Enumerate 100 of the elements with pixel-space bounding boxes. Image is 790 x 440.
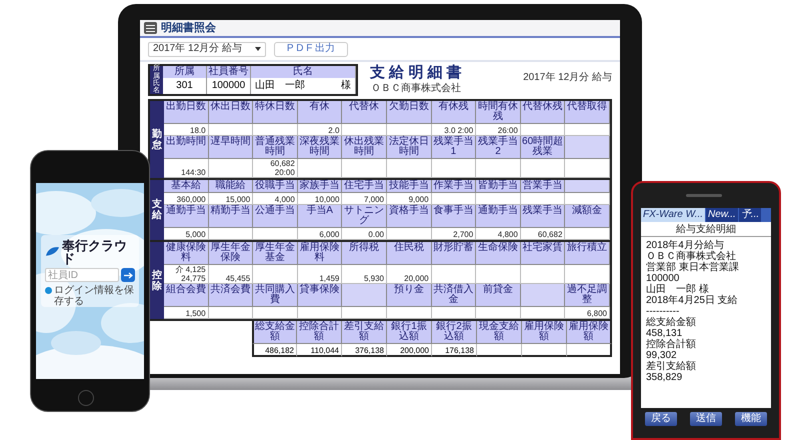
logo-icon xyxy=(45,246,60,258)
column-header: 組合会費 xyxy=(164,284,209,307)
column-header: 厚生年金基金 xyxy=(253,242,298,265)
table-cell: 144:30 xyxy=(181,168,206,177)
column-header: 営業手当 xyxy=(520,180,566,193)
soft-button[interactable]: 送信 xyxy=(690,412,722,426)
empty-cell xyxy=(520,159,566,178)
table-cell: 10,000 xyxy=(314,195,340,204)
section-label: 控除 xyxy=(152,270,162,292)
column-header: 差引支給額 xyxy=(342,321,387,344)
column-header: 雇用保険料 xyxy=(298,242,342,265)
column-header: 共済借入金 xyxy=(432,284,476,307)
column-header: 代替取得 xyxy=(565,101,610,124)
column-header: 銀行2振込額 xyxy=(432,321,477,344)
column-header: 総支給金額 xyxy=(252,321,297,344)
table-cell: 4,000 xyxy=(274,195,295,204)
table-cell: 60,682 20:00 xyxy=(270,159,295,177)
logo-text: 奉行クラウド xyxy=(62,239,128,265)
table-cell: 376,138 xyxy=(355,346,384,355)
column-header: 厚生年金保険 xyxy=(208,242,254,265)
column-header: 社員番号 xyxy=(207,66,251,78)
column-header: 住民税 xyxy=(386,242,432,265)
checkbox-label: ログイン情報を保存する xyxy=(54,285,135,307)
tab[interactable]: 予... xyxy=(738,208,762,222)
table-cell: 60,682 xyxy=(538,230,562,239)
column-header: 法定休日時間 xyxy=(386,136,432,159)
column-header: 前貸金 xyxy=(476,284,521,307)
column-header: 預り金 xyxy=(386,284,432,307)
table-cell: 100000 xyxy=(207,78,251,94)
column-header: 深夜残業時間 xyxy=(298,136,342,159)
table-cell: 20,000 xyxy=(404,274,429,283)
login-field[interactable]: 社員ID xyxy=(45,268,119,282)
column-header: 普通残業時間 xyxy=(253,136,298,159)
empty-cell xyxy=(567,344,612,357)
column-header: 休出日数 xyxy=(208,101,254,124)
table-cell: 6,800 xyxy=(586,309,607,318)
arrow-icon xyxy=(124,272,132,278)
tab[interactable]: FX-Ware W... xyxy=(641,208,705,222)
column-header: 食事手当 xyxy=(432,205,476,228)
column-header: 公通手当 xyxy=(253,205,298,228)
column-header: 住宅手当 xyxy=(342,180,387,193)
empty-cell xyxy=(253,307,298,319)
table-cell: 200,000 xyxy=(400,346,429,355)
column-header: 所得税 xyxy=(342,242,387,265)
go-button[interactable] xyxy=(121,268,135,282)
table-cell: 4,800 xyxy=(498,230,518,239)
menu-icon[interactable] xyxy=(144,22,157,34)
table-cell: 介 4,125 24,775 xyxy=(175,265,206,283)
column-header: 欠勤日数 xyxy=(386,101,432,124)
column-header: 代替休残 xyxy=(520,101,566,124)
column-header: 貸事保険 xyxy=(298,284,342,307)
caret-icon xyxy=(255,47,261,51)
text-line: 99,302 xyxy=(646,350,678,361)
text-line: 差引支給額 xyxy=(646,361,697,372)
column-header: 雇用保険額 xyxy=(567,321,612,344)
column-header: 役職手当 xyxy=(253,180,298,193)
table-cell: 2,700 xyxy=(453,230,474,239)
table-cell: 18.0 xyxy=(190,126,206,135)
column-header: 特休日数 xyxy=(253,101,298,124)
section-label: 支給 xyxy=(152,199,162,221)
table-cell: 7,000 xyxy=(364,195,384,204)
column-header: 60時間超残業 xyxy=(520,136,566,159)
pdf-button[interactable]: P D F 出力 xyxy=(274,42,348,56)
empty-cell xyxy=(565,159,610,178)
table-cell: 3.0 2:00 xyxy=(444,126,474,135)
table-cell: 26:00 xyxy=(498,126,518,135)
empty-cell xyxy=(342,307,387,319)
column-header: 通勤手当 xyxy=(164,205,209,228)
text-line: ＯＢＣ商事株式会社 xyxy=(646,251,736,262)
column-header: 残業手当2 xyxy=(476,136,521,159)
empty-cell xyxy=(386,307,432,319)
soft-button[interactable]: 戻る xyxy=(645,412,677,426)
table-cell: 1,500 xyxy=(186,309,206,318)
column-header: 所属 xyxy=(163,66,207,78)
speaker-icon xyxy=(686,194,722,197)
section-label: 勤怠 xyxy=(152,128,162,150)
column-header: 休出残業時間 xyxy=(342,136,387,159)
column-header: 出勤日数 xyxy=(164,101,209,124)
empty-cell xyxy=(386,159,432,178)
soft-button[interactable]: 機能 xyxy=(735,412,767,426)
table-cell: 45,455 xyxy=(226,274,250,283)
column-header: 資格手当 xyxy=(386,205,432,228)
screen-title: 給与支給明細 xyxy=(641,222,771,237)
column-header: 基本給 xyxy=(164,180,209,193)
column-header: 生命保険 xyxy=(476,242,521,265)
text-line: 山田 一郎 様 xyxy=(646,284,710,295)
text-line: 100000 xyxy=(646,273,680,284)
text-line: 営業部 東日本営業課 xyxy=(646,262,740,273)
empty-cell xyxy=(432,307,476,319)
empty-cell xyxy=(298,307,342,319)
period-select[interactable]: 2017年 12月分 給与 xyxy=(148,42,266,56)
table-cell: 301 xyxy=(163,78,207,94)
table-cell: 5,000 xyxy=(186,230,206,239)
column-header: 出勤時間 xyxy=(164,136,209,159)
tab[interactable]: New... xyxy=(706,208,738,222)
column-header: 過不足調整 xyxy=(565,284,610,307)
column-header: 社宅家賃 xyxy=(520,242,566,265)
column-header: 残業手当1 xyxy=(432,136,476,159)
empty-cell xyxy=(476,307,521,319)
column-header: 遅早時間 xyxy=(208,136,254,159)
